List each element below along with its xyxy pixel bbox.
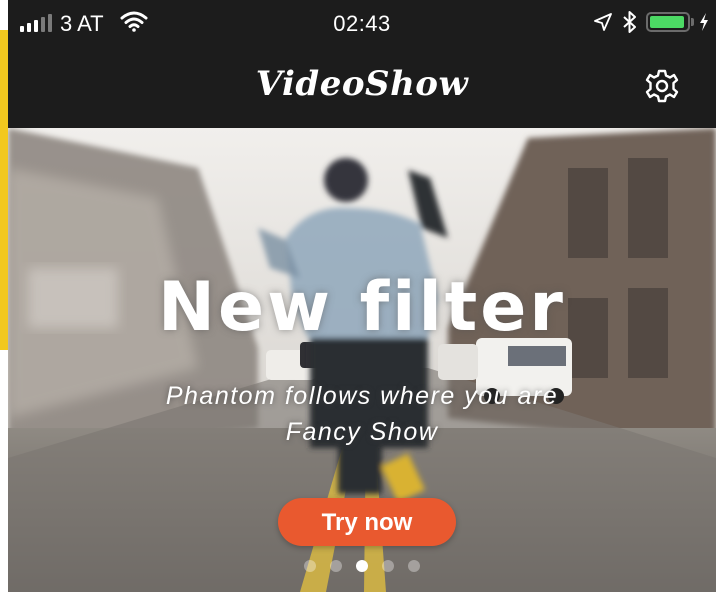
- banner-title: New filter: [158, 268, 566, 347]
- page-indicator: [8, 560, 716, 572]
- page-dot[interactable]: [304, 560, 316, 572]
- battery-level: [650, 16, 684, 28]
- app-logo: VideoShow: [255, 64, 469, 104]
- page-dot[interactable]: [356, 560, 368, 572]
- app-window: 3 AT 02:43 VideoShow New filter Phantom …: [8, 0, 716, 592]
- bluetooth-icon: [623, 11, 636, 33]
- promo-banner[interactable]: New filter Phantom follows where you are…: [8, 128, 716, 592]
- page-dot[interactable]: [382, 560, 394, 572]
- location-arrow-icon: [594, 13, 612, 31]
- screen: 3 AT 02:43 VideoShow New filter Phantom …: [0, 0, 716, 592]
- status-bar: 3 AT 02:43: [8, 0, 716, 50]
- battery-icon: [646, 12, 690, 32]
- try-now-button[interactable]: Try now: [278, 498, 456, 546]
- banner-subtitle-line2: Fancy Show: [285, 418, 439, 446]
- app-header: VideoShow: [8, 50, 716, 128]
- gear-icon[interactable]: [644, 68, 680, 104]
- banner-subtitle-line1: Phantom follows where you are: [165, 382, 559, 410]
- page-dot[interactable]: [408, 560, 420, 572]
- charging-bolt-icon: [700, 13, 708, 31]
- page-dot[interactable]: [330, 560, 342, 572]
- battery-nub: [691, 18, 694, 26]
